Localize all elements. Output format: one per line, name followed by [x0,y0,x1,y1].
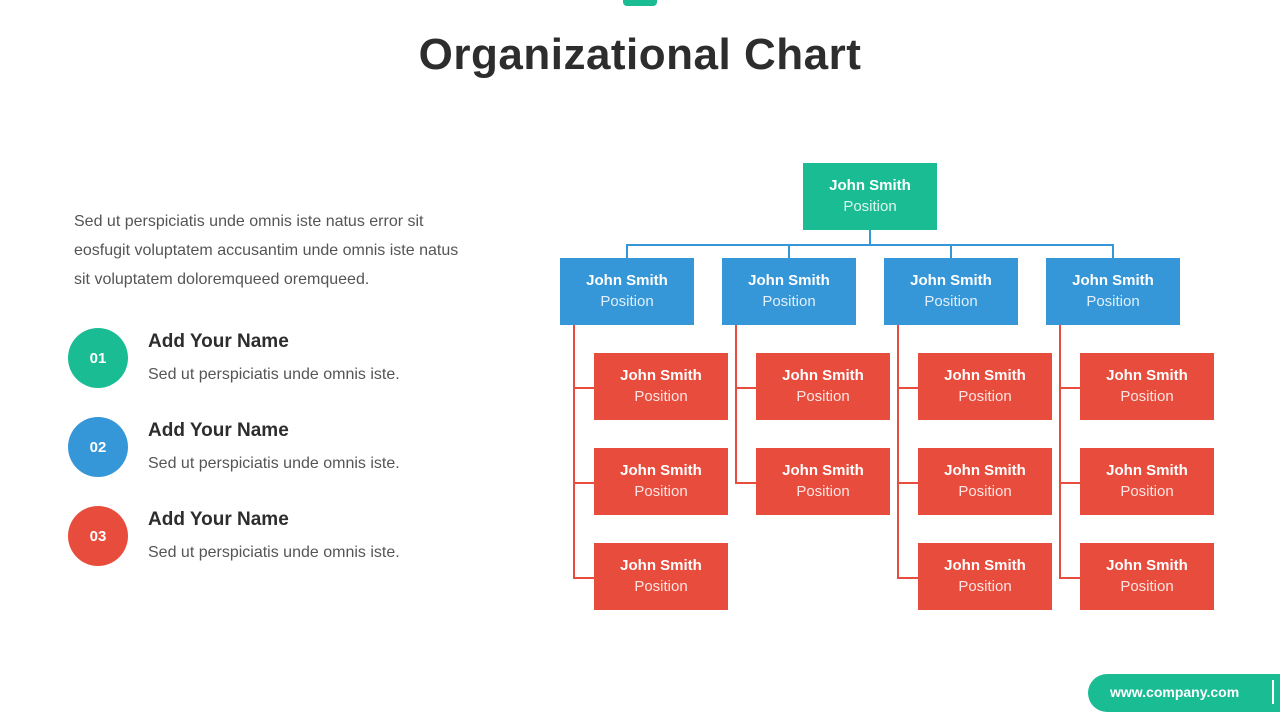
node-position: Position [762,292,816,310]
node-position: Position [924,292,978,310]
node-position: Position [634,482,688,500]
number-badge: 03 [68,506,128,566]
org-node-staff: John Smith Position [756,353,890,420]
node-name: John Smith [1072,271,1154,289]
org-node-staff: John Smith Position [594,353,728,420]
node-name: John Smith [620,556,702,574]
org-node-staff: John Smith Position [1080,543,1214,610]
org-node-staff: John Smith Position [1080,353,1214,420]
node-position: Position [1120,387,1174,405]
connector-line [573,576,594,579]
node-position: Position [1120,577,1174,595]
connector-line [1059,386,1080,389]
node-name: John Smith [910,271,992,289]
node-name: John Smith [620,461,702,479]
connector-line [573,386,594,389]
item-title: Add Your Name [148,331,289,352]
node-name: John Smith [1106,556,1188,574]
page-title: Organizational Chart [418,30,862,79]
node-name: John Smith [782,366,864,384]
connector-line [573,325,575,578]
node-position: Position [796,482,850,500]
list-item: 03 Add Your Name Sed ut perspiciatis und… [68,506,488,566]
node-name: John Smith [1106,366,1188,384]
connector-line [897,325,899,578]
top-accent-tab [623,0,657,6]
item-description: Sed ut perspiciatis unde omnis iste. [148,455,400,472]
org-node-manager: John Smith Position [884,258,1018,325]
connector-line [1059,325,1061,578]
connector-line [950,244,952,258]
org-node-manager: John Smith Position [1046,258,1180,325]
node-name: John Smith [829,176,911,194]
connector-line [735,386,756,389]
node-position: Position [958,387,1012,405]
node-position: Position [634,387,688,405]
node-name: John Smith [1106,461,1188,479]
org-node-staff: John Smith Position [918,543,1052,610]
node-name: John Smith [748,271,830,289]
org-node-staff: John Smith Position [594,543,728,610]
node-name: John Smith [944,366,1026,384]
number-badge: 01 [68,328,128,388]
org-node-staff: John Smith Position [756,448,890,515]
node-position: Position [843,197,897,215]
node-name: John Smith [620,366,702,384]
node-position: Position [958,482,1012,500]
node-name: John Smith [782,461,864,479]
connector-line [869,230,871,245]
item-description: Sed ut perspiciatis unde omnis iste. [148,366,400,383]
connector-line [573,481,594,484]
org-node-manager: John Smith Position [722,258,856,325]
connector-line [1059,576,1080,579]
node-name: John Smith [944,556,1026,574]
list-item: 02 Add Your Name Sed ut perspiciatis und… [68,417,488,477]
connector-line [897,481,918,484]
item-title: Add Your Name [148,420,289,441]
org-node-staff: John Smith Position [1080,448,1214,515]
item-description: Sed ut perspiciatis unde omnis iste. [148,544,400,561]
node-position: Position [958,577,1012,595]
node-position: Position [796,387,850,405]
org-node-staff: John Smith Position [918,448,1052,515]
item-title: Add Your Name [148,509,289,530]
node-position: Position [600,292,654,310]
node-position: Position [634,577,688,595]
org-node-manager: John Smith Position [560,258,694,325]
connector-line [1059,481,1080,484]
company-url[interactable]: www.company.com [1110,684,1239,700]
node-name: John Smith [944,461,1026,479]
connector-line [788,244,790,258]
node-position: Position [1086,292,1140,310]
intro-text: Sed ut perspiciatis unde omnis iste natu… [74,213,459,288]
node-name: John Smith [586,271,668,289]
connector-line [626,244,1114,246]
connector-line [735,481,756,484]
list-item: 01 Add Your Name Sed ut perspiciatis und… [68,328,488,388]
org-node-staff: John Smith Position [918,353,1052,420]
connector-line [1112,244,1114,258]
org-node-staff: John Smith Position [594,448,728,515]
connector-line [897,576,918,579]
connector-line [897,386,918,389]
node-position: Position [1120,482,1174,500]
connector-line [735,325,737,483]
footer-divider [1272,680,1274,704]
org-node-root: John Smith Position [803,163,937,230]
number-badge: 02 [68,417,128,477]
connector-line [626,244,628,258]
